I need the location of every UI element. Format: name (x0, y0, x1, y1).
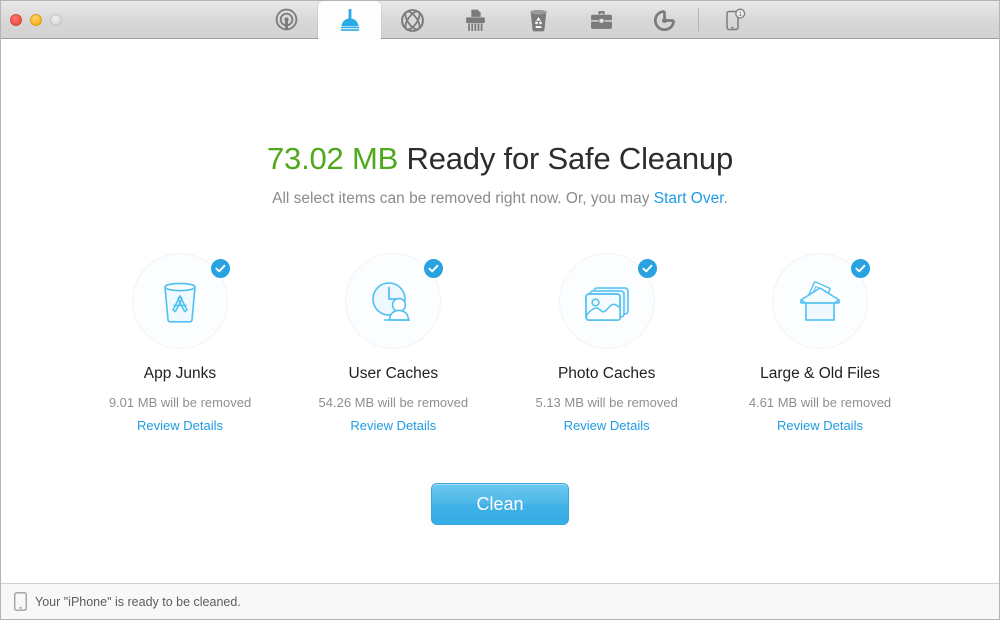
tab-cleanup[interactable] (318, 1, 381, 39)
page-subtitle: All select items can be removed right no… (272, 190, 728, 208)
card-checkbox-checked[interactable] (635, 257, 659, 280)
minimize-button[interactable] (30, 14, 42, 26)
card-icon-wrap[interactable] (771, 253, 872, 349)
card-app-junks: App Junks 9.01 MB will be removed Review… (80, 253, 280, 433)
review-details-link[interactable]: Review Details (137, 418, 223, 433)
card-title: App Junks (143, 365, 217, 382)
card-icon-wrap[interactable] (132, 253, 232, 349)
tab-toolkit[interactable] (570, 1, 633, 39)
review-details-link[interactable]: Review Details (350, 418, 436, 433)
card-icon-wrap[interactable] (558, 253, 659, 349)
shredder-icon (461, 7, 491, 33)
card-checkbox-checked[interactable] (848, 257, 872, 280)
page-title-text: Ready for Safe Cleanup (398, 141, 734, 176)
toolbox-icon (587, 7, 617, 33)
plunger-icon (335, 7, 365, 33)
clean-button[interactable]: Clean (431, 483, 569, 525)
main-content: 73.02 MB Ready for Safe Cleanup All sele… (1, 39, 999, 583)
subtitle-text: All select items can be removed right no… (272, 190, 654, 207)
card-checkbox-checked[interactable] (422, 257, 446, 280)
tab-privacy[interactable] (381, 1, 444, 39)
card-size-text: 54.26 MB will be removed (318, 395, 469, 410)
category-cards: App Junks 9.01 MB will be removed Review… (70, 253, 930, 433)
tab-trash[interactable] (507, 1, 570, 39)
status-bar-text: Your "iPhone" is ready to be cleaned. (35, 594, 241, 609)
subtitle-suffix: . (723, 190, 728, 207)
tab-refresh[interactable] (633, 1, 696, 39)
card-large-old-files: Large & Old Files 4.61 MB will be remove… (720, 253, 920, 433)
recycle-bin-icon (524, 7, 554, 33)
card-size-text: 5.13 MB will be removed (535, 395, 678, 410)
review-details-link[interactable]: Review Details (777, 418, 863, 433)
card-size-text: 9.01 MB will be removed (108, 395, 252, 410)
toolbar-separator (698, 8, 699, 32)
close-button[interactable] (10, 14, 22, 26)
card-title: User Caches (348, 365, 439, 382)
card-user-caches: User Caches 54.26 MB will be removed Rev… (293, 253, 493, 433)
tab-device[interactable]: 1 (703, 1, 766, 39)
toolbar-tabs: 1 (255, 1, 766, 39)
tab-shredder[interactable] (444, 1, 507, 39)
status-bar: Your "iPhone" is ready to be cleaned. (1, 583, 999, 619)
card-size-text: 4.61 MB will be removed (748, 395, 892, 410)
total-size-value: 73.02 MB (267, 141, 399, 176)
svg-text:1: 1 (738, 11, 742, 18)
page-title: 73.02 MB Ready for Safe Cleanup (267, 143, 733, 174)
reload-icon (650, 7, 680, 33)
card-photo-caches: Photo Caches 5.13 MB will be removed Rev… (507, 253, 707, 433)
window-controls (10, 1, 62, 39)
start-over-link[interactable]: Start Over (654, 190, 724, 207)
review-details-link[interactable]: Review Details (564, 418, 650, 433)
card-icon-wrap[interactable] (345, 253, 446, 349)
card-checkbox-checked[interactable] (209, 257, 232, 280)
phone-icon: 1 (720, 7, 750, 33)
card-title: Photo Caches (557, 365, 656, 382)
globe-icon (398, 7, 428, 33)
app-window: 1 73.02 MB Ready for Safe Cleanup All se… (0, 0, 1000, 620)
card-title: Large & Old Files (760, 365, 880, 382)
phone-icon (13, 592, 27, 612)
zoom-button (50, 14, 62, 26)
toolbar: 1 (1, 1, 999, 39)
radar-icon (272, 7, 302, 33)
tab-status[interactable] (255, 1, 318, 39)
